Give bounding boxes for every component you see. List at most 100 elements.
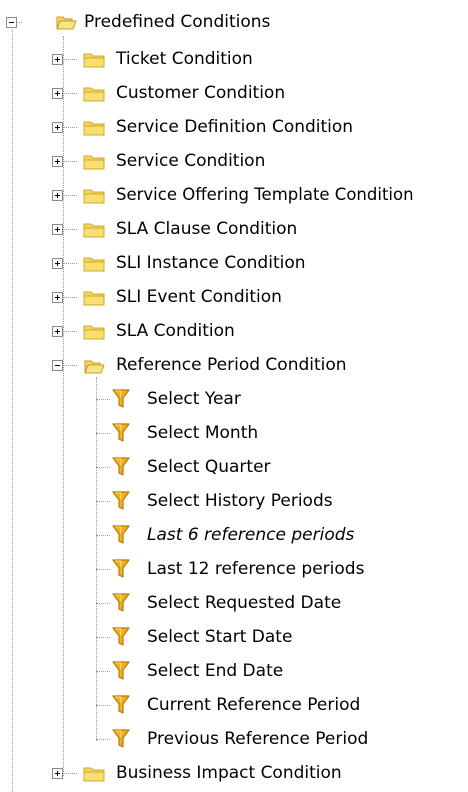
folder-icon — [83, 223, 105, 238]
expand-toggle[interactable] — [52, 190, 63, 201]
expand-toggle[interactable] — [52, 156, 63, 167]
folder-icon — [83, 53, 105, 68]
tree-node-label: Previous Reference Period — [147, 729, 369, 749]
tree-guide-line — [96, 501, 110, 503]
tree-node-label: Current Reference Period — [147, 695, 361, 715]
expand-toggle[interactable] — [52, 326, 63, 337]
tree-guide-line — [96, 569, 110, 571]
tree-node-label: Select Month — [147, 423, 259, 443]
tree-guide-line — [63, 331, 77, 333]
tree-guide-line — [96, 467, 110, 469]
tree-guide-line — [96, 739, 110, 741]
filter-icon — [112, 423, 130, 442]
folder-icon — [83, 155, 105, 170]
tree-node-service-condition[interactable]: Service Condition — [0, 144, 468, 178]
filter-icon — [112, 389, 130, 408]
tree-leaf-select-start-date[interactable]: Select Start Date — [0, 620, 468, 654]
tree-node-customer-condition[interactable]: Customer Condition — [0, 76, 468, 110]
tree-node-label: SLI Instance Condition — [116, 253, 306, 273]
expand-toggle[interactable] — [52, 54, 63, 65]
tree-node-label: Last 6 reference periods — [147, 525, 355, 545]
expand-toggle[interactable] — [52, 292, 63, 303]
folder-icon — [83, 325, 105, 340]
tree-node-label: Select Year — [147, 389, 241, 409]
tree-node-label: Select Start Date — [147, 627, 293, 647]
tree-node-label: Select End Date — [147, 661, 284, 681]
folder-icon — [83, 257, 105, 272]
tree-guide-line — [96, 671, 110, 673]
tree-node-sli-instance-condition[interactable]: SLI Instance Condition — [0, 246, 468, 280]
tree-guide-line — [63, 127, 77, 129]
collapse-toggle[interactable] — [6, 17, 17, 28]
tree-guide-line — [63, 365, 77, 367]
filter-icon — [112, 661, 130, 680]
expand-toggle[interactable] — [52, 258, 63, 269]
tree-node-business-impact-condition[interactable]: Business Impact Condition — [0, 756, 468, 790]
tree-node-predefined-conditions[interactable]: Predefined Conditions — [0, 5, 468, 39]
expand-toggle[interactable] — [52, 768, 63, 779]
tree-guide-line — [63, 263, 77, 265]
tree-node-label: Predefined Conditions — [84, 12, 271, 32]
filter-icon — [112, 729, 130, 748]
filter-icon — [112, 491, 130, 510]
tree-node-label: SLA Clause Condition — [116, 219, 298, 239]
tree-node-label: Customer Condition — [116, 83, 286, 103]
tree-guide-line — [63, 773, 77, 775]
tree-node-sli-event-condition[interactable]: SLI Event Condition — [0, 280, 468, 314]
tree-guide-line — [96, 535, 110, 537]
tree-guide-line — [96, 399, 110, 401]
tree-leaf-last-6-reference-periods[interactable]: Last 6 reference periods — [0, 518, 468, 552]
tree-node-sla-condition[interactable]: SLA Condition — [0, 314, 468, 348]
tree-leaf-current-reference-period[interactable]: Current Reference Period — [0, 688, 468, 722]
tree-node-label: Reference Period Condition — [116, 355, 347, 375]
tree-leaf-select-year[interactable]: Select Year — [0, 382, 468, 416]
tree-leaf-select-quarter[interactable]: Select Quarter — [0, 450, 468, 484]
expand-toggle[interactable] — [52, 224, 63, 235]
filter-icon — [112, 593, 130, 612]
tree-leaf-previous-reference-period[interactable]: Previous Reference Period — [0, 722, 468, 756]
tree-node-label: Service Definition Condition — [116, 117, 354, 137]
expand-toggle[interactable] — [52, 122, 63, 133]
folder-icon — [83, 291, 105, 306]
filter-icon — [112, 525, 130, 544]
tree-leaf-select-end-date[interactable]: Select End Date — [0, 654, 468, 688]
tree-guide-line — [63, 59, 77, 61]
tree-node-label: SLA Condition — [116, 321, 235, 341]
tree-node-sla-clause-condition[interactable]: SLA Clause Condition — [0, 212, 468, 246]
tree-node-ticket-condition[interactable]: Ticket Condition — [0, 42, 468, 76]
folder-open-icon — [84, 360, 105, 374]
tree-node-label: Select Quarter — [147, 457, 271, 477]
condition-tree: Predefined Conditions Ticket Condition C… — [0, 0, 468, 792]
tree-node-label: Business Impact Condition — [116, 763, 342, 783]
tree-leaf-select-month[interactable]: Select Month — [0, 416, 468, 450]
filter-icon — [112, 627, 130, 646]
tree-leaf-select-requested-date[interactable]: Select Requested Date — [0, 586, 468, 620]
tree-guide-line — [96, 637, 110, 639]
tree-node-label: Select History Periods — [147, 491, 333, 511]
tree-guide-line — [96, 433, 110, 435]
tree-node-reference-period-condition[interactable]: Reference Period Condition — [0, 348, 468, 382]
folder-open-icon — [56, 16, 77, 30]
tree-node-service-definition-condition[interactable]: Service Definition Condition — [0, 110, 468, 144]
tree-guide-line — [96, 705, 110, 707]
tree-node-label: Service Offering Template Condition — [116, 185, 414, 204]
filter-icon — [112, 457, 130, 476]
tree-leaf-select-history-periods[interactable]: Select History Periods — [0, 484, 468, 518]
tree-node-label: Select Requested Date — [147, 593, 342, 613]
tree-guide-line — [63, 161, 77, 163]
filter-icon — [112, 559, 130, 578]
tree-node-label: Ticket Condition — [116, 49, 253, 69]
tree-node-label: Service Condition — [116, 151, 266, 171]
tree-node-label: SLI Event Condition — [116, 287, 282, 307]
tree-guide-line — [63, 297, 77, 299]
expand-toggle[interactable] — [52, 88, 63, 99]
folder-icon — [83, 767, 105, 782]
tree-leaf-last-12-reference-periods[interactable]: Last 12 reference periods — [0, 552, 468, 586]
collapse-toggle[interactable] — [52, 360, 63, 371]
tree-node-service-offering-template-condition[interactable]: Service Offering Template Condition — [0, 178, 468, 212]
tree-guide-line — [63, 195, 77, 197]
folder-icon — [83, 121, 105, 136]
tree-guide-line — [63, 229, 77, 231]
tree-node-label: Last 12 reference periods — [147, 559, 365, 579]
tree-guide-line — [63, 93, 77, 95]
